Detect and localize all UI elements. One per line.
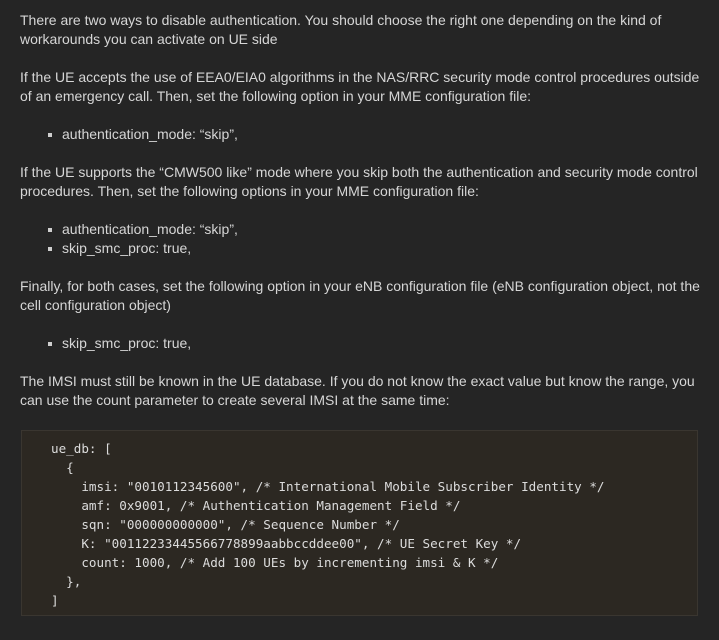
list-item: authentication_mode: “skip”, [48,125,700,144]
case2-option-list: authentication_mode: “skip”, skip_smc_pr… [20,220,700,258]
code-block[interactable]: ue_db: [ { imsi: "0010112345600", /* Int… [21,430,698,616]
case2-paragraph: If the UE supports the “CMW500 like” mod… [20,164,698,199]
list-item: authentication_mode: “skip”, [48,220,700,239]
code-line: sqn: "000000000000", /* Sequence Number … [51,517,400,532]
code-line: imsi: "0010112345600", /* International … [51,479,605,494]
intro-paragraph: There are two ways to disable authentica… [20,12,662,47]
code-line: amf: 0x9001, /* Authentication Managemen… [51,498,461,513]
enb-option-list: skip_smc_proc: true, [20,334,700,353]
list-item: skip_smc_proc: true, [48,334,700,353]
code-text: ue_db: [ { imsi: "0010112345600", /* Int… [51,439,605,610]
list-item: skip_smc_proc: true, [48,239,700,258]
case1-paragraph: If the UE accepts the use of EEA0/EIA0 a… [20,69,700,104]
code-line: ] [51,593,59,608]
code-line: K: "00112233445566778899aabbccddee00", /… [51,536,522,551]
code-line: }, [51,574,82,589]
enb-paragraph: Finally, for both cases, set the followi… [20,278,700,313]
article-body: There are two ways to disable authentica… [20,11,700,429]
code-line: count: 1000, /* Add 100 UEs by increment… [51,555,499,570]
case1-option-list: authentication_mode: “skip”, [20,125,700,144]
imsi-paragraph: The IMSI must still be known in the UE d… [20,373,695,408]
code-line: ue_db: [ [51,441,112,456]
code-line: { [51,460,74,475]
